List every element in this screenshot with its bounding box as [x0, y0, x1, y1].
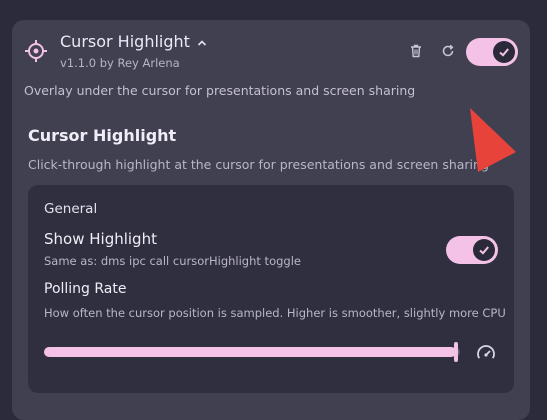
show-highlight-description: Same as: dms ipc call cursorHighlight to… — [44, 254, 301, 268]
plugin-enable-toggle[interactable] — [466, 38, 518, 66]
polling-rate-description: How often the cursor position is sampled… — [44, 306, 506, 320]
show-highlight-label: Show Highlight — [44, 230, 157, 248]
plugin-header: Cursor Highlight — [60, 32, 208, 51]
plugin-title: Cursor Highlight — [60, 32, 190, 51]
show-highlight-toggle[interactable] — [446, 236, 498, 264]
slider-fill — [44, 347, 456, 357]
polling-rate-slider[interactable] — [44, 342, 460, 362]
section-title: Cursor Highlight — [28, 126, 177, 145]
plugin-version: v1.1.0 by Rey Arlena — [60, 56, 180, 70]
refresh-icon[interactable] — [440, 43, 456, 59]
crosshair-icon — [25, 40, 47, 62]
speedometer-icon[interactable] — [476, 343, 496, 363]
check-icon — [499, 48, 509, 57]
slider-handle[interactable] — [453, 342, 458, 362]
plugin-description: Overlay under the cursor for presentatio… — [24, 83, 416, 98]
trash-icon[interactable] — [408, 43, 424, 59]
toggle-knob — [493, 41, 515, 63]
check-icon — [479, 246, 489, 255]
polling-rate-label: Polling Rate — [44, 281, 127, 297]
group-title: General — [44, 201, 98, 217]
section-description: Click-through highlight at the cursor fo… — [28, 157, 489, 172]
pointer-arrow-icon — [470, 108, 516, 172]
chevron-up-icon[interactable] — [196, 37, 208, 49]
toggle-knob — [473, 239, 495, 261]
